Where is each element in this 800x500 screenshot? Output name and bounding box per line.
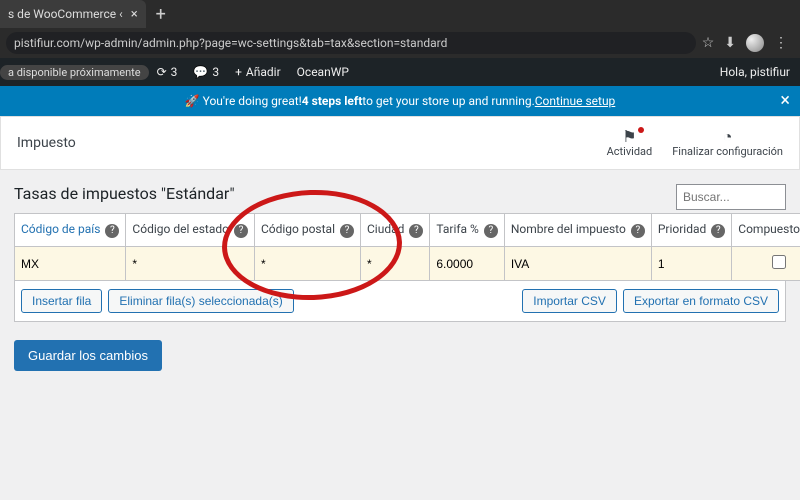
table-row[interactable] (15, 247, 800, 281)
finish-setup-button[interactable]: ◔ Finalizar configuración (672, 129, 783, 158)
coming-soon-badge[interactable]: a disponible próximamente (0, 65, 149, 80)
activity-button[interactable]: ⚑ Actividad (607, 129, 653, 158)
clock-icon: ◔ (723, 129, 733, 145)
finish-label: Finalizar configuración (672, 145, 783, 158)
rocket-icon: 🚀 (185, 94, 200, 108)
help-icon[interactable]: ? (409, 224, 423, 238)
comment-count: 3 (212, 65, 219, 79)
col-city: Ciudad ? (360, 214, 429, 247)
banner-text-b: 4 steps left (302, 94, 362, 108)
close-icon[interactable]: × (780, 90, 790, 111)
insert-row-button[interactable]: Insertar fila (21, 289, 102, 313)
continue-setup-link[interactable]: Continue setup (535, 94, 616, 108)
url-text: pistifiur.com/wp-admin/admin.php?page=wc… (14, 36, 447, 50)
new-tab-button[interactable]: + (146, 4, 176, 25)
url-bar[interactable]: pistifiur.com/wp-admin/admin.php?page=wc… (6, 32, 696, 54)
cell-priority[interactable] (658, 257, 725, 271)
col-rate: Tarifa % ? (430, 214, 504, 247)
star-icon[interactable]: ☆ (702, 35, 715, 51)
notification-dot-icon (638, 127, 644, 133)
help-icon[interactable]: ? (631, 224, 645, 238)
cell-city[interactable] (367, 257, 423, 271)
download-icon[interactable]: ⬇ (724, 35, 736, 51)
profile-avatar-icon[interactable] (746, 34, 764, 52)
table-actions: Insertar fila Eliminar fila(s) seleccion… (14, 281, 786, 322)
browser-tabbar: s de WooCommerce ‹ × + (0, 0, 800, 28)
wp-admin-bar: a disponible próximamente ⟳ 3 💬 3 + Añad… (0, 58, 800, 86)
col-country[interactable]: Código de país ? (15, 214, 126, 247)
banner-text-a: You're doing great! (203, 94, 302, 108)
help-icon[interactable]: ? (484, 224, 498, 238)
content-area: Tasas de impuestos "Estándar" Código de … (0, 170, 800, 381)
close-icon[interactable]: × (131, 7, 138, 22)
add-new-item[interactable]: + Añadir (227, 65, 289, 79)
cell-postal[interactable] (261, 257, 354, 271)
col-name: Nombre del impuesto ? (504, 214, 651, 247)
remove-rows-button[interactable]: Eliminar fila(s) seleccionada(s) (108, 289, 293, 313)
browser-chrome: s de WooCommerce ‹ × + pistifiur.com/wp-… (0, 0, 800, 58)
tax-rates-table: Código de país ? Código del estado ? Cód… (14, 213, 800, 281)
greeting-text: Hola, pistifiur (720, 65, 790, 79)
cell-name[interactable] (511, 257, 645, 271)
activity-label: Actividad (607, 145, 653, 158)
cell-country[interactable] (21, 257, 119, 271)
col-compound: Compuesto ? (732, 214, 800, 247)
refresh-item[interactable]: ⟳ 3 (149, 65, 186, 79)
col-priority: Prioridad ? (651, 214, 731, 247)
setup-banner: 🚀 You're doing great! 4 steps left to ge… (0, 86, 800, 116)
export-csv-button[interactable]: Exportar en formato CSV (623, 289, 779, 313)
menu-icon[interactable]: ⋮ (774, 35, 788, 51)
help-icon[interactable]: ? (105, 224, 119, 238)
plus-icon: + (235, 65, 242, 79)
refresh-icon: ⟳ (157, 65, 167, 79)
cell-state[interactable] (132, 257, 248, 271)
section-heading: Tasas de impuestos "Estándar" (14, 180, 676, 213)
theme-item[interactable]: OceanWP (289, 65, 357, 79)
cell-compound-checkbox[interactable] (772, 255, 786, 269)
comment-icon: 💬 (193, 65, 208, 79)
flag-icon: ⚑ (622, 129, 636, 145)
import-csv-button[interactable]: Importar CSV (522, 289, 617, 313)
browser-toolbar: pistifiur.com/wp-admin/admin.php?page=wc… (0, 28, 800, 58)
table-header-row: Código de país ? Código del estado ? Cód… (15, 214, 800, 247)
page-header-card: Impuesto ⚑ Actividad ◔ Finalizar configu… (0, 116, 800, 170)
help-icon[interactable]: ? (234, 224, 248, 238)
col-state: Código del estado ? (126, 214, 255, 247)
add-label: Añadir (246, 65, 281, 79)
col-postal: Código postal ? (254, 214, 360, 247)
help-icon[interactable]: ? (340, 224, 354, 238)
cell-rate[interactable] (436, 257, 497, 271)
refresh-count: 3 (171, 65, 178, 79)
search-input[interactable] (676, 184, 786, 210)
comments-item[interactable]: 💬 3 (185, 65, 227, 79)
banner-text-c: to get your store up and running. (362, 94, 534, 108)
save-button[interactable]: Guardar los cambios (14, 340, 162, 371)
help-icon[interactable]: ? (711, 224, 725, 238)
user-greeting[interactable]: Hola, pistifiur (712, 65, 800, 79)
tab-title: s de WooCommerce ‹ (8, 7, 123, 21)
browser-tab[interactable]: s de WooCommerce ‹ × (0, 0, 146, 28)
page-title: Impuesto (17, 135, 587, 151)
